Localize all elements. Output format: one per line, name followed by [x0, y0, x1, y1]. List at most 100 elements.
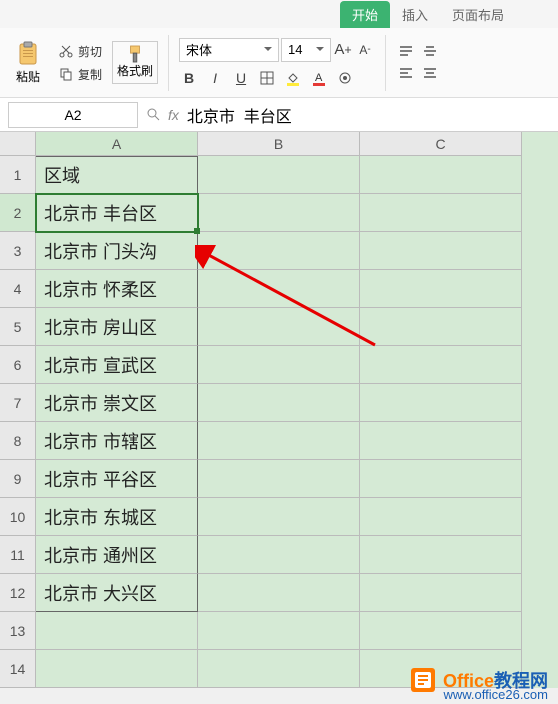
- cell[interactable]: [36, 650, 198, 688]
- row-header[interactable]: 11: [0, 536, 36, 574]
- spreadsheet-grid: A B C 1区域 2北京市 丰台区 3北京市 门头沟 4北京市 怀柔区 5北京…: [0, 132, 558, 688]
- cell[interactable]: [360, 536, 522, 574]
- tab-layout[interactable]: 页面布局: [440, 1, 516, 28]
- cell[interactable]: 北京市 东城区: [36, 498, 198, 536]
- watermark-url: www.office26.com: [443, 687, 548, 702]
- cell[interactable]: [360, 460, 522, 498]
- align-top-button[interactable]: [396, 43, 416, 61]
- formula-bar: A2 fx: [0, 98, 558, 132]
- office-logo-icon: [409, 666, 437, 694]
- row-header[interactable]: 14: [0, 650, 36, 688]
- cell[interactable]: [198, 308, 360, 346]
- cell[interactable]: [198, 650, 360, 688]
- copy-label: 复制: [78, 66, 102, 83]
- cell[interactable]: 北京市 大兴区: [36, 574, 198, 612]
- cell[interactable]: [360, 498, 522, 536]
- selected-cell[interactable]: 北京市 丰台区: [36, 194, 198, 232]
- cell[interactable]: 北京市 崇文区: [36, 384, 198, 422]
- chevron-down-icon: [264, 47, 272, 52]
- cell[interactable]: [198, 232, 360, 270]
- font-size-select[interactable]: 14: [281, 38, 331, 62]
- cut-button[interactable]: 剪切: [54, 41, 106, 62]
- tab-start[interactable]: 开始: [340, 1, 390, 28]
- row-header[interactable]: 3: [0, 232, 36, 270]
- formula-input[interactable]: [187, 106, 550, 124]
- cell[interactable]: [360, 384, 522, 422]
- fx-icon[interactable]: fx: [168, 107, 179, 123]
- decrease-font-button[interactable]: A-: [355, 40, 375, 60]
- row-header[interactable]: 12: [0, 574, 36, 612]
- cell[interactable]: [198, 498, 360, 536]
- svg-text:A: A: [315, 72, 323, 84]
- paste-button[interactable]: 粘贴: [8, 35, 48, 91]
- effects-button[interactable]: [335, 68, 355, 88]
- cell[interactable]: [360, 612, 522, 650]
- column-header-c[interactable]: C: [360, 132, 522, 156]
- cell[interactable]: [198, 460, 360, 498]
- cell[interactable]: 北京市 怀柔区: [36, 270, 198, 308]
- cell[interactable]: [360, 194, 522, 232]
- cell[interactable]: [198, 536, 360, 574]
- cell[interactable]: [198, 346, 360, 384]
- font-color-button[interactable]: A: [309, 68, 329, 88]
- cell[interactable]: 北京市 市辖区: [36, 422, 198, 460]
- cell[interactable]: [198, 574, 360, 612]
- cell[interactable]: 北京市 房山区: [36, 308, 198, 346]
- column-header-a[interactable]: A: [36, 132, 198, 156]
- bold-button[interactable]: B: [179, 68, 199, 88]
- row-header[interactable]: 6: [0, 346, 36, 384]
- align-left-button[interactable]: [396, 65, 416, 83]
- align-middle-button[interactable]: [420, 43, 440, 61]
- row-header[interactable]: 5: [0, 308, 36, 346]
- tab-insert[interactable]: 插入: [390, 1, 440, 28]
- column-header-b[interactable]: B: [198, 132, 360, 156]
- row-header[interactable]: 4: [0, 270, 36, 308]
- font-name-value: 宋体: [186, 40, 212, 59]
- lookup-icon[interactable]: [146, 107, 162, 123]
- cell[interactable]: [360, 232, 522, 270]
- name-box[interactable]: A2: [8, 102, 138, 128]
- cell[interactable]: 区域: [36, 156, 198, 194]
- border-button[interactable]: [257, 68, 277, 88]
- paste-label: 粘贴: [16, 68, 40, 85]
- cell[interactable]: [198, 270, 360, 308]
- font-name-select[interactable]: 宋体: [179, 38, 279, 62]
- copy-button[interactable]: 复制: [54, 64, 106, 85]
- underline-button[interactable]: U: [231, 68, 251, 88]
- row-header[interactable]: 9: [0, 460, 36, 498]
- row-header[interactable]: 8: [0, 422, 36, 460]
- cell[interactable]: [360, 270, 522, 308]
- italic-button[interactable]: I: [205, 68, 225, 88]
- cell[interactable]: [198, 612, 360, 650]
- cell[interactable]: [360, 156, 522, 194]
- cell[interactable]: [360, 308, 522, 346]
- row-header[interactable]: 10: [0, 498, 36, 536]
- align-center-button[interactable]: [420, 65, 440, 83]
- row-header[interactable]: 13: [0, 612, 36, 650]
- cell[interactable]: [198, 384, 360, 422]
- scissors-icon: [58, 43, 74, 59]
- cell[interactable]: [198, 422, 360, 460]
- cell[interactable]: [198, 194, 360, 232]
- cut-label: 剪切: [78, 43, 102, 60]
- cell[interactable]: [360, 574, 522, 612]
- increase-font-button[interactable]: A+: [333, 40, 353, 60]
- row-header[interactable]: 7: [0, 384, 36, 422]
- select-all-corner[interactable]: [0, 132, 36, 156]
- format-painter-button[interactable]: 格式刷: [112, 41, 158, 84]
- chevron-down-icon: [316, 47, 324, 52]
- row-header[interactable]: 2: [0, 194, 36, 232]
- cell[interactable]: [360, 346, 522, 384]
- cell[interactable]: 北京市 通州区: [36, 536, 198, 574]
- fill-color-button[interactable]: [283, 68, 303, 88]
- cell[interactable]: [36, 612, 198, 650]
- font-size-value: 14: [288, 42, 302, 57]
- cell[interactable]: [360, 422, 522, 460]
- brush-icon: [127, 46, 143, 62]
- row-header[interactable]: 1: [0, 156, 36, 194]
- cell[interactable]: 北京市 宣武区: [36, 346, 198, 384]
- cell[interactable]: 北京市 门头沟: [36, 232, 198, 270]
- cell[interactable]: 北京市 平谷区: [36, 460, 198, 498]
- separator: [168, 35, 169, 91]
- cell[interactable]: [198, 156, 360, 194]
